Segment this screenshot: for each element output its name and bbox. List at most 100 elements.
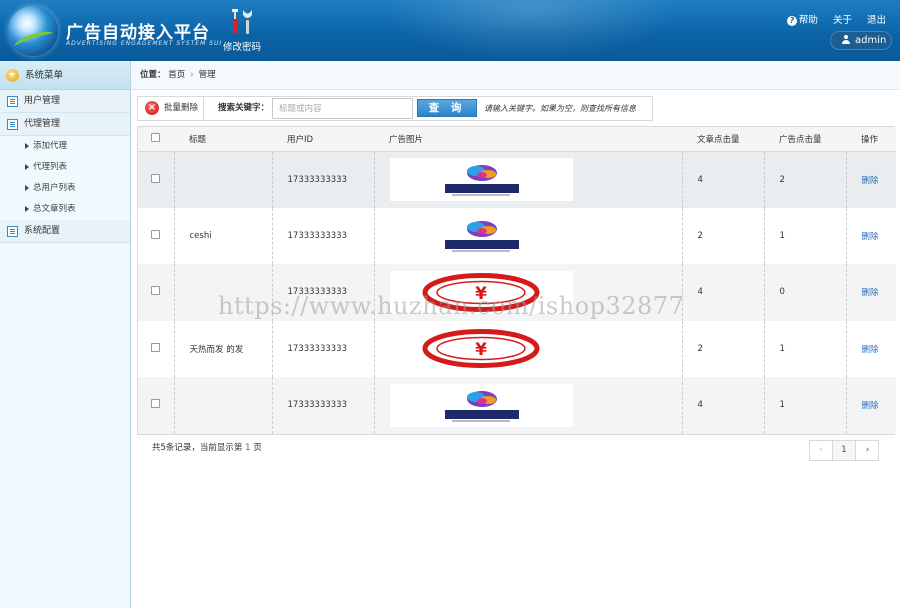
cell-ad-clicks: 1 (763, 207, 846, 264)
cell-article-clicks: 2 (681, 207, 764, 264)
ad-image (389, 158, 573, 201)
section-label: 代理管理 (24, 119, 61, 129)
next-page-button[interactable]: › (856, 441, 879, 460)
col-title: 标题 (174, 127, 272, 152)
page-1-button[interactable]: 1 (833, 441, 856, 460)
breadcrumb-label: 位置： (140, 70, 166, 80)
table-row: 17333333333 4 2 删除 (138, 151, 896, 208)
row-checkbox[interactable] (151, 342, 160, 352)
list-icon (7, 96, 18, 107)
cell-article-clicks: 4 (681, 264, 764, 321)
cell-ad-image (373, 207, 682, 264)
table-row: ceshi 17333333333 2 1 删除 (138, 207, 896, 264)
delete-link[interactable]: 删除 (862, 288, 879, 298)
ad-logo-icon (444, 221, 519, 253)
sidebar: 系统菜单 用户管理 代理管理 添加代理 代理列表 总用户列表 总文章列表 系统配… (0, 61, 131, 608)
top-header: 广告自动接入平台 ADVERTISING ENGAGEMENT SYSTEM S… (0, 0, 900, 61)
data-table: 标题 用户ID 广告图片 文章点击量 广告点击量 操作 17333333333 4… (137, 126, 896, 435)
table-header: 标题 用户ID 广告图片 文章点击量 广告点击量 操作 (138, 127, 896, 152)
row-checkbox[interactable] (151, 229, 160, 239)
cell-ad-clicks: 1 (763, 377, 846, 434)
breadcrumb-current: 管理 (198, 70, 216, 80)
cell-article-clicks: 4 (681, 151, 764, 208)
cell-action: 删除 (845, 264, 896, 321)
cell-title: ceshi (173, 207, 272, 264)
delete-link[interactable]: 删除 (862, 401, 879, 411)
row-checkbox[interactable] (151, 286, 160, 296)
cell-action: 删除 (845, 207, 896, 264)
search-label: 搜索关键字： (218, 103, 270, 113)
col-ad-clicks: 广告点击量 (764, 127, 846, 152)
batch-delete-label: 批量删除 (164, 103, 199, 113)
ad-image: ¥ (389, 327, 573, 371)
change-password-button[interactable]: 修改密码 (221, 8, 263, 54)
batch-delete-button[interactable]: × 批量删除 (138, 97, 204, 120)
sidebar-section-agents[interactable]: 代理管理 (0, 113, 130, 136)
cell-user-id: 17333333333 (271, 377, 374, 434)
delete-link[interactable]: 删除 (862, 345, 879, 355)
ad-image (389, 383, 573, 427)
sidebar-title: 系统菜单 (0, 61, 130, 90)
breadcrumb: 位置： 首页 › 管理 (131, 61, 900, 90)
sidebar-item-all-articles[interactable]: 总文章列表 (0, 199, 130, 220)
sidebar-item-add-agent[interactable]: 添加代理 (0, 136, 130, 157)
prev-page-button[interactable]: ‹ (810, 441, 833, 460)
sidebar-section-users[interactable]: 用户管理 (0, 90, 130, 113)
toolbar: × 批量删除 搜索关键字： 查 询 请输入关键字。如果为空，则查找所有信息 (137, 96, 653, 121)
ad-yen-icon: ¥ (422, 272, 539, 312)
row-checkbox[interactable] (151, 173, 160, 183)
ad-logo-icon (444, 165, 519, 196)
delete-icon: × (145, 101, 159, 115)
help-icon: ? (786, 16, 797, 26)
cell-title (173, 264, 272, 321)
delete-link[interactable]: 删除 (862, 176, 879, 186)
sidebar-title-label: 系统菜单 (25, 70, 64, 81)
svg-text:¥: ¥ (475, 340, 487, 360)
cell-ad-clicks: 0 (763, 264, 846, 321)
cell-title: 天热而发 的发 (173, 320, 272, 377)
user-badge[interactable]: admin (830, 31, 892, 50)
about-link[interactable]: 关于 (833, 15, 852, 26)
cell-ad-image: ¥ (373, 264, 682, 321)
summary-post: 页 (250, 443, 262, 453)
cell-user-id: 17333333333 (271, 320, 374, 377)
ad-image: ¥ (389, 270, 573, 314)
col-user-id: 用户ID (272, 127, 374, 152)
cell-action: 删除 (845, 377, 896, 434)
sidebar-item-all-users[interactable]: 总用户列表 (0, 178, 130, 199)
ad-yen-icon: ¥ (422, 329, 539, 369)
search-button[interactable]: 查 询 (417, 99, 477, 117)
help-link[interactable]: ? 帮助 (786, 15, 818, 26)
app-subtitle: ADVERTISING ENGAGEMENT SYSTEM SUI (66, 40, 223, 47)
username: admin (855, 35, 887, 46)
cell-ad-clicks: 2 (763, 151, 846, 208)
sidebar-item-agent-list[interactable]: 代理列表 (0, 157, 130, 178)
cell-user-id: 17333333333 (271, 264, 374, 321)
user-icon (842, 35, 850, 44)
delete-link[interactable]: 删除 (862, 232, 879, 242)
change-password-label: 修改密码 (222, 42, 261, 53)
cell-user-id: 17333333333 (271, 207, 374, 264)
main-content: 位置： 首页›管理 × 批量删除 搜索关键字： 查 询 请输入关键字。如果为空，… (131, 61, 900, 608)
search-input[interactable] (272, 98, 413, 119)
menu-toggle-icon (6, 69, 19, 82)
col-article-clicks: 文章点击量 (682, 127, 764, 152)
help-label: 帮助 (798, 15, 818, 26)
row-checkbox[interactable] (151, 399, 160, 409)
table-row: 17333333333 4 1 删除 (138, 377, 896, 434)
col-action: 操作 (846, 127, 896, 152)
col-ad-image: 广告图片 (374, 127, 682, 152)
top-links: ? 帮助 关于 退出 (775, 12, 886, 26)
cell-ad-image: ¥ (373, 320, 682, 377)
tools-icon (232, 9, 252, 34)
logout-link[interactable]: 退出 (867, 15, 886, 26)
search-hint: 请输入关键字。如果为空，则查找所有信息 (484, 104, 636, 113)
select-all-checkbox[interactable] (151, 132, 160, 142)
section-label: 系统配置 (24, 226, 61, 236)
sidebar-section-config[interactable]: 系统配置 (0, 220, 130, 243)
summary-pre: 共5条记录，当前显示第 (152, 443, 246, 453)
cell-ad-image (373, 151, 682, 208)
cell-action: 删除 (845, 320, 896, 377)
breadcrumb-home[interactable]: 首页 (168, 70, 185, 80)
table-row: 天热而发 的发 17333333333 ¥2 1 删除 (138, 320, 896, 377)
